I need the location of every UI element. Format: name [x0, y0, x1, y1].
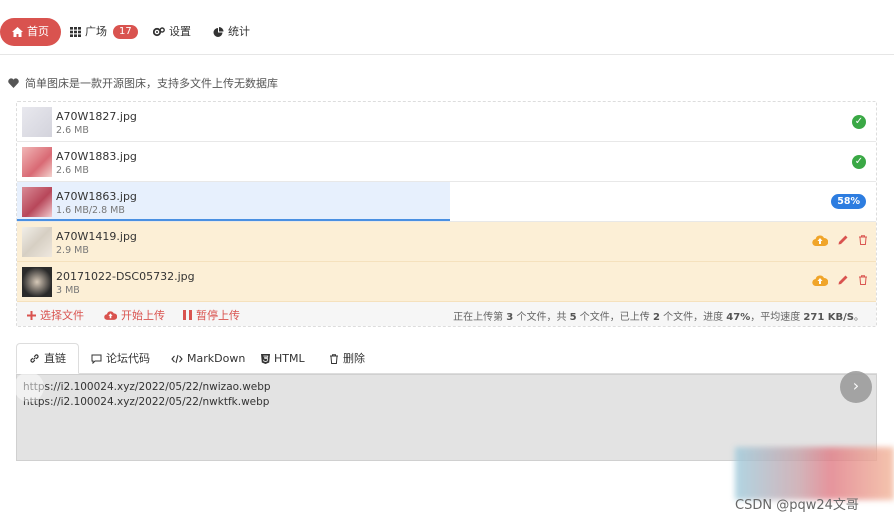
file-name: A70W1827.jpg	[56, 110, 137, 123]
file-row: A70W1419.jpg 2.9 MB	[17, 222, 876, 262]
pie-chart-icon	[213, 26, 224, 38]
tab-label: 论坛代码	[106, 351, 150, 365]
file-size: 2.9 MB	[56, 245, 89, 256]
cloud-upload-icon[interactable]	[812, 234, 828, 246]
nav-home-label: 首页	[27, 25, 49, 38]
comment-icon	[91, 354, 102, 364]
blurred-image-overlay	[735, 447, 894, 500]
pencil-icon[interactable]	[838, 275, 848, 285]
status-speed: 271 KB/S	[803, 312, 854, 323]
prev-arrow-button[interactable]	[14, 372, 44, 402]
pause-upload-button[interactable]: 暂停上传	[183, 307, 240, 323]
start-upload-label: 开始上传	[121, 309, 165, 322]
html5-icon	[261, 353, 270, 364]
file-thumbnail	[22, 267, 52, 297]
chevron-right-icon: ›	[852, 376, 860, 395]
nav-settings-label: 设置	[169, 25, 191, 38]
intro-text: 简单图床是一款开源图床，支持多文件上传无数据库	[8, 75, 278, 91]
nav-plaza[interactable]: 广场 17	[58, 18, 150, 46]
output-tabs: 直链 论坛代码 MarkDown HTML 删除	[16, 343, 877, 374]
status-done: 2	[652, 312, 660, 323]
file-size: 3 MB	[56, 285, 80, 296]
pause-icon	[183, 310, 192, 320]
select-files-button[interactable]: 选择文件	[27, 307, 84, 323]
upload-toolbar: 选择文件 开始上传 暂停上传 正在上传第 3 个文件，共 5 个文件，已上传 2…	[17, 302, 876, 326]
pencil-icon[interactable]	[838, 235, 848, 245]
tab-direct-link[interactable]: 直链	[16, 343, 79, 374]
file-row: A70W1827.jpg 2.6 MB ✓	[17, 102, 876, 142]
status-part: 正在上传第	[453, 312, 507, 323]
status-part: 个文件，进度	[659, 312, 727, 323]
grid-icon	[70, 27, 81, 37]
tab-html[interactable]: HTML	[249, 343, 317, 374]
link-icon	[29, 353, 40, 364]
nav-stats-label: 统计	[228, 25, 250, 38]
upload-success-icon: ✓	[852, 115, 866, 129]
file-size: 1.6 MB/2.8 MB	[56, 205, 125, 216]
code-icon	[171, 354, 183, 364]
intro-label: 简单图床是一款开源图床，支持多文件上传无数据库	[25, 77, 278, 90]
file-actions	[812, 274, 868, 286]
nav-settings[interactable]: 设置	[141, 18, 203, 46]
plaza-count-badge: 17	[113, 25, 138, 39]
nav-plaza-label: 广场	[85, 25, 107, 38]
tab-label: MarkDown	[187, 351, 246, 365]
file-thumbnail	[22, 147, 52, 177]
nav-home[interactable]: 首页	[0, 18, 61, 46]
nav-stats[interactable]: 统计	[201, 18, 262, 46]
link-line: https://i2.100024.xyz/2022/05/22/nwizao.…	[23, 381, 271, 393]
status-part: ，平均速度	[750, 312, 804, 323]
link-line: https://i2.100024.xyz/2022/05/22/nwktfk.…	[23, 396, 270, 408]
trash-icon[interactable]	[858, 275, 868, 285]
plus-icon	[27, 310, 36, 320]
file-row: A70W1883.jpg 2.6 MB ✓	[17, 142, 876, 182]
upload-status-text: 正在上传第 3 个文件，共 5 个文件，已上传 2 个文件，进度 47%，平均速…	[453, 308, 864, 323]
gears-icon	[153, 27, 165, 37]
tab-delete[interactable]: 删除	[317, 343, 377, 374]
tab-label: HTML	[274, 351, 305, 365]
file-size: 2.6 MB	[56, 125, 89, 136]
progress-status: 58%	[831, 194, 866, 209]
file-name: A70W1883.jpg	[56, 150, 137, 163]
cloud-upload-icon	[104, 310, 117, 320]
select-files-label: 选择文件	[40, 309, 84, 322]
heart-icon	[8, 78, 19, 88]
upload-success-icon: ✓	[852, 155, 866, 169]
tab-label: 直链	[44, 351, 66, 365]
file-thumbnail	[22, 187, 52, 217]
status-progress: 47%	[726, 312, 751, 323]
file-thumbnail	[22, 107, 52, 137]
tab-markdown[interactable]: MarkDown	[159, 343, 257, 374]
file-row-uploading: A70W1863.jpg 1.6 MB/2.8 MB 58%	[17, 182, 876, 222]
status-part: 。	[854, 312, 864, 323]
trash-icon[interactable]	[858, 235, 868, 245]
cloud-upload-icon[interactable]	[812, 274, 828, 286]
trash-icon	[329, 353, 339, 364]
tab-forum-code[interactable]: 论坛代码	[79, 343, 162, 374]
home-icon	[12, 27, 23, 37]
tab-label: 删除	[343, 351, 365, 365]
file-name: 20171022-DSC05732.jpg	[56, 270, 195, 283]
start-upload-button[interactable]: 开始上传	[104, 307, 165, 323]
status-part: 个文件，已上传	[576, 312, 653, 323]
status-total: 5	[569, 312, 577, 323]
top-nav: 首页 广场 17 设置 统计	[0, 0, 894, 55]
file-name: A70W1419.jpg	[56, 230, 137, 243]
pause-upload-label: 暂停上传	[196, 309, 240, 322]
file-name: A70W1863.jpg	[56, 190, 137, 203]
watermark: CSDN @pqw24文哥	[735, 498, 859, 513]
next-arrow-button[interactable]: ›	[840, 371, 872, 403]
file-size: 2.6 MB	[56, 165, 89, 176]
progress-badge: 58%	[831, 194, 866, 209]
file-row: 20171022-DSC05732.jpg 3 MB	[17, 262, 876, 302]
file-thumbnail	[22, 227, 52, 257]
status-part: 个文件，共	[513, 312, 570, 323]
file-actions	[812, 234, 868, 246]
upload-file-list: A70W1827.jpg 2.6 MB ✓ A70W1883.jpg 2.6 M…	[16, 101, 877, 327]
